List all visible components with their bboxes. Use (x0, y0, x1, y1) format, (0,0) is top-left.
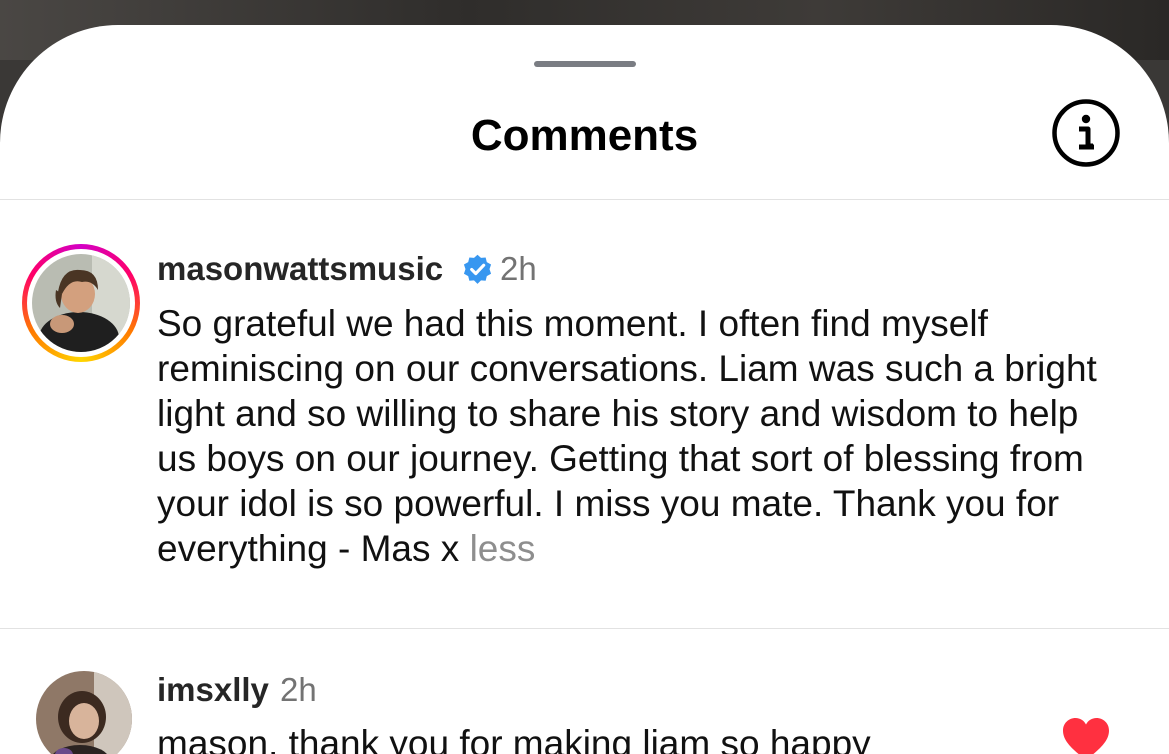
drag-handle[interactable] (534, 61, 636, 67)
comment-divider (0, 628, 1169, 629)
comment-body: So grateful we had this moment. I often … (157, 303, 1097, 569)
avatar[interactable] (36, 671, 132, 754)
avatar (32, 254, 130, 352)
comment-username[interactable]: masonwattsmusic (157, 249, 443, 289)
comment-text: So grateful we had this moment. I often … (157, 301, 1117, 571)
comments-sheet: Comments masonwattsmusic 2h So grateful … (0, 25, 1169, 754)
verified-badge-icon (463, 254, 492, 284)
heart-filled-icon[interactable] (1062, 717, 1110, 754)
comment-username[interactable]: imsxlly (157, 670, 269, 710)
comment-text: mason, thank you for making liam so happ… (157, 723, 871, 754)
info-circle-icon[interactable] (1050, 97, 1122, 169)
header-divider (0, 199, 1169, 200)
comment-timestamp: 2h (280, 671, 317, 708)
page-title: Comments (470, 111, 699, 160)
less-toggle-link[interactable]: less (470, 528, 536, 569)
story-ring-avatar[interactable] (22, 244, 140, 362)
comment-timestamp: 2h (500, 250, 537, 287)
